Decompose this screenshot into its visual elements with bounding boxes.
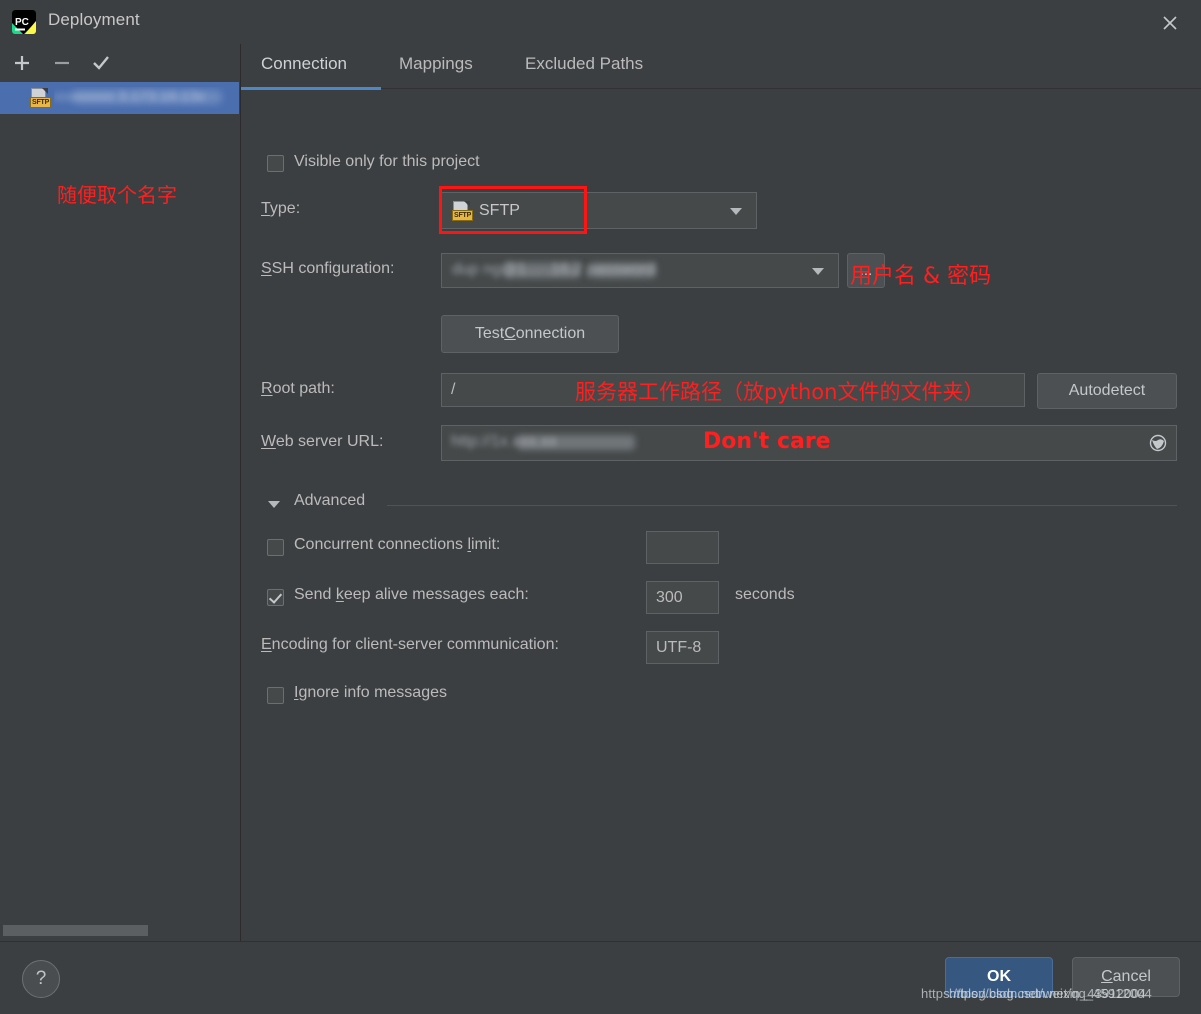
annotation-server-name: 随便取个名字 — [57, 183, 177, 207]
keep-alive-checkbox[interactable] — [267, 589, 284, 606]
type-combobox[interactable]: SFTP SFTP — [441, 192, 757, 229]
ignore-info-label: Ignore info messages — [294, 684, 447, 701]
globe-icon[interactable] — [1148, 433, 1168, 458]
sftp-server-icon: SFTP — [30, 88, 52, 108]
keep-alive-input[interactable]: 300 — [646, 581, 719, 614]
tab-bar: Connection Mappings Excluded Paths — [241, 44, 1201, 90]
sftp-type-icon: SFTP — [452, 200, 474, 221]
ssh-config-value-masked: dup ng@1… .16.2 password — [452, 260, 656, 278]
deployment-servers-panel: SFTP xxxxxxxx 3.173.16.13x 随便取个名字 — [0, 44, 241, 941]
type-label: Type: — [261, 200, 301, 217]
root-path-label: Root path: — [261, 380, 335, 397]
servers-toolbar — [0, 44, 239, 82]
encoding-combobox[interactable]: UTF-8 — [646, 631, 719, 664]
pycharm-logo-icon: PC — [12, 10, 36, 34]
help-button[interactable]: ? — [22, 960, 60, 998]
web-server-url-input[interactable]: http://1x.xxx.xx — [441, 425, 1177, 461]
tab-mappings[interactable]: Mappings — [393, 50, 479, 78]
triangle-down-icon[interactable] — [268, 501, 280, 508]
connection-panel: Connection Mappings Excluded Paths Visib… — [241, 44, 1201, 941]
horizontal-scrollbar[interactable] — [3, 925, 236, 936]
concurrent-connections-input[interactable] — [646, 531, 719, 564]
ignore-info-checkbox[interactable] — [267, 687, 284, 704]
keep-alive-unit-label: seconds — [735, 586, 795, 603]
list-item[interactable]: SFTP xxxxxxxx 3.173.16.13x — [0, 82, 239, 114]
close-icon[interactable] — [1151, 6, 1189, 40]
minus-icon[interactable] — [47, 48, 77, 78]
advanced-divider — [387, 505, 1177, 506]
autodetect-button[interactable]: Autodetect — [1037, 373, 1177, 409]
connection-form: Visible only for this project Type: SFTP… — [241, 89, 1201, 941]
visible-only-label: Visible only for this project — [294, 153, 480, 170]
title-bar: PC Deployment — [0, 0, 1201, 44]
tab-excluded-paths[interactable]: Excluded Paths — [519, 50, 649, 78]
ssh-configuration-combobox[interactable]: dup ng@1… .16.2 password — [441, 253, 839, 288]
scrollbar-thumb[interactable] — [3, 925, 148, 936]
ssh-configuration-label: SSH configuration: — [261, 260, 395, 277]
deployment-dialog: PC Deployment SFTP xxxxxxxx 3.173.16.13x… — [0, 0, 1201, 1014]
window-title: Deployment — [48, 10, 140, 29]
type-value: SFTP — [479, 201, 520, 219]
keep-alive-label: Send keep alive messages each: — [294, 586, 529, 603]
advanced-label[interactable]: Advanced — [294, 492, 365, 510]
concurrent-connections-label: Concurrent connections limit: — [294, 536, 501, 553]
root-path-input[interactable]: / — [441, 373, 1025, 407]
ssh-configuration-browse-button[interactable]: ... — [847, 253, 885, 288]
cancel-button[interactable]: Cancel — [1072, 957, 1180, 997]
chevron-down-icon — [812, 267, 824, 275]
chevron-down-icon — [730, 207, 742, 215]
plus-icon[interactable] — [7, 48, 37, 78]
web-server-url-value-masked: http://1x.xxx.xx — [451, 433, 681, 453]
encoding-label: Encoding for client-server communication… — [261, 636, 559, 653]
ok-button[interactable]: OK — [945, 957, 1053, 997]
concurrent-connections-checkbox[interactable] — [267, 539, 284, 556]
encoding-value: UTF-8 — [656, 638, 702, 656]
server-name-masked: xxxxxxxx 3.173.16.13x — [54, 87, 239, 109]
tab-connection[interactable]: Connection — [255, 50, 353, 78]
web-server-url-label: Web server URL: — [261, 433, 384, 450]
svg-text:PC: PC — [15, 17, 29, 28]
test-connection-button[interactable]: Test Connection — [441, 315, 619, 353]
check-icon[interactable] — [86, 48, 116, 78]
visible-only-checkbox[interactable] — [267, 155, 284, 172]
keep-alive-value: 300 — [656, 588, 683, 606]
root-path-value: / — [451, 381, 456, 398]
